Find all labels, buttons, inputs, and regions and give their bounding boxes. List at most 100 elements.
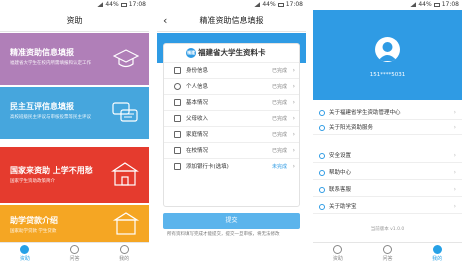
chevron-right-icon: › — [453, 124, 456, 131]
battery-percent: 44% — [105, 1, 119, 8]
tab-bar: 资助 问答 我的 — [313, 242, 462, 262]
menu-label: 联系客服 — [329, 187, 352, 193]
card-title: 国家来资助 上学不用愁 — [10, 166, 93, 175]
graduation-cap-icon — [113, 49, 139, 68]
chevron-right-icon: › — [292, 115, 295, 122]
signal-icon — [254, 2, 261, 7]
tab-label: 我的 — [432, 256, 443, 262]
card-title: 民主互评信息填报 — [10, 102, 74, 111]
screen-profile: 44% 17:08 151****5031 关于福建省学生资助管理中心 › 关于… — [313, 0, 462, 262]
card-title: 精准资助信息填报 — [10, 48, 74, 57]
tab-funding[interactable]: 资助 — [0, 243, 50, 262]
id-card-icon — [174, 67, 181, 74]
school-building-icon — [113, 211, 139, 235]
tab-label: 问答 — [69, 256, 80, 262]
chevron-right-icon: › — [292, 147, 295, 154]
card-title: 助学贷款介绍 — [10, 216, 58, 225]
chevron-right-icon: › — [292, 131, 295, 138]
card-student-loan[interactable]: 助学贷款介绍 国家助学贷款 学生贷款 — [0, 205, 149, 242]
card-title: 福建省大学生资料卡 — [198, 48, 266, 57]
tab-qa[interactable]: 问答 — [363, 243, 413, 262]
person-icon — [174, 83, 181, 90]
page-title: 资助 — [66, 16, 83, 25]
home-icon — [174, 131, 181, 138]
menu-about-center[interactable]: 关于福建省学生资助管理中心 › — [313, 106, 462, 120]
menu-label: 关于阳光资助服务 — [329, 125, 374, 131]
chat-icon — [70, 245, 79, 254]
battery-percent: 44% — [418, 1, 432, 8]
screen-funding-home: 44% 17:08 资助 精准资助信息填报 福建省大学生在校内所需填报和认定工作… — [0, 0, 149, 262]
row-label: 基本情况 — [186, 100, 209, 106]
status-bar: 44% 17:08 — [157, 0, 306, 10]
status-time: 17:08 — [285, 1, 303, 8]
chevron-right-icon: › — [453, 203, 456, 210]
card-header: 福建 福建省大学生资料卡 — [164, 44, 299, 62]
funding-icon — [20, 245, 30, 254]
menu-security[interactable]: 安全设置 › — [313, 149, 462, 163]
battery-icon — [120, 2, 127, 7]
row-status: 已完成 — [271, 100, 287, 106]
tab-qa[interactable]: 问答 — [50, 243, 100, 262]
chat-icon — [383, 245, 392, 254]
bank-card-icon — [174, 163, 181, 170]
card-subtitle: 福建省大学生在校内所需填报和认定工作 — [10, 61, 91, 66]
battery-icon — [277, 2, 284, 7]
student-card-panel: 福建 福建省大学生资料卡 身份信息 已完成 › 个人信息 已完成 › 基本情况 … — [163, 43, 300, 207]
row-personal[interactable]: 个人信息 已完成 › — [164, 78, 299, 94]
chat-bubbles-icon — [112, 102, 138, 122]
row-basic[interactable]: 基本情况 已完成 › — [164, 94, 299, 110]
back-button[interactable]: ‹ — [163, 10, 167, 32]
tab-label: 资助 — [19, 256, 30, 262]
card-subtitle: 国家助学贷款 学生贷款 — [10, 229, 57, 234]
tab-mine[interactable]: 我的 — [412, 243, 462, 262]
row-label: 家庭情况 — [186, 132, 209, 138]
chevron-right-icon: › — [292, 67, 295, 74]
menu-label: 安全设置 — [329, 153, 352, 159]
row-bank-card[interactable]: 添加银行卡(选填) 未完成 › — [164, 158, 299, 174]
row-family[interactable]: 家庭情况 已完成 › — [164, 126, 299, 142]
avatar[interactable] — [375, 37, 400, 62]
chevron-right-icon: › — [453, 186, 456, 193]
card-precise-funding[interactable]: 精准资助信息填报 福建省大学生在校内所需填报和认定工作 — [0, 33, 149, 85]
battery-percent: 44% — [262, 1, 276, 8]
fujian-badge: 福建 — [186, 48, 196, 58]
row-school[interactable]: 在校情况 已完成 › — [164, 142, 299, 158]
funding-icon — [333, 245, 343, 254]
info-icon — [319, 110, 325, 116]
row-status: 已完成 — [271, 84, 287, 90]
menu-about-app[interactable]: 关于助学宝 › — [313, 200, 462, 214]
signal-icon — [97, 2, 104, 7]
chevron-right-icon: › — [453, 109, 456, 116]
signal-icon — [410, 2, 417, 7]
row-label: 添加银行卡(选填) — [186, 164, 229, 170]
tab-funding[interactable]: 资助 — [313, 243, 363, 262]
status-time: 17:08 — [128, 1, 146, 8]
row-status: 已完成 — [271, 68, 287, 74]
card-national-funding[interactable]: 国家来资助 上学不用愁 国家学生资助政策简介 — [0, 147, 149, 203]
smiley-icon — [119, 245, 129, 254]
tab-mine[interactable]: 我的 — [99, 243, 149, 262]
version-text: 当前版本 v1.0.0 — [370, 227, 405, 232]
submit-button[interactable]: 提交 — [163, 213, 300, 229]
menu-contact[interactable]: 联系客服 › — [313, 183, 462, 197]
menu-label: 关于福建省学生资助管理中心 — [329, 110, 401, 116]
menu-help[interactable]: 帮助中心 › — [313, 166, 462, 180]
info-icon — [319, 125, 325, 131]
help-icon — [319, 170, 325, 176]
menu-label: 关于助学宝 — [329, 204, 357, 210]
row-status: 已完成 — [271, 116, 287, 122]
chevron-right-icon: › — [292, 163, 295, 170]
page-title: 精准资助信息填报 — [199, 16, 264, 25]
profile-header: 151****5031 — [313, 10, 462, 100]
row-label: 身份信息 — [186, 68, 209, 74]
submit-hint: 所有资料填写完成才能提交，提交一旦审核，将无法修改 — [167, 232, 280, 237]
card-peer-review[interactable]: 民主互评信息填报 高校班级民主评议与审核投票等民主评议 — [0, 87, 149, 139]
row-identity[interactable]: 身份信息 已完成 › — [164, 62, 299, 78]
row-status: 已完成 — [271, 148, 287, 154]
tab-label: 问答 — [382, 256, 393, 262]
school-icon — [174, 147, 181, 154]
chevron-right-icon: › — [292, 83, 295, 90]
menu-about-service[interactable]: 关于阳光资助服务 › — [313, 121, 462, 135]
row-parent-income[interactable]: 父母收入 已完成 › — [164, 110, 299, 126]
tab-label: 我的 — [119, 256, 130, 262]
